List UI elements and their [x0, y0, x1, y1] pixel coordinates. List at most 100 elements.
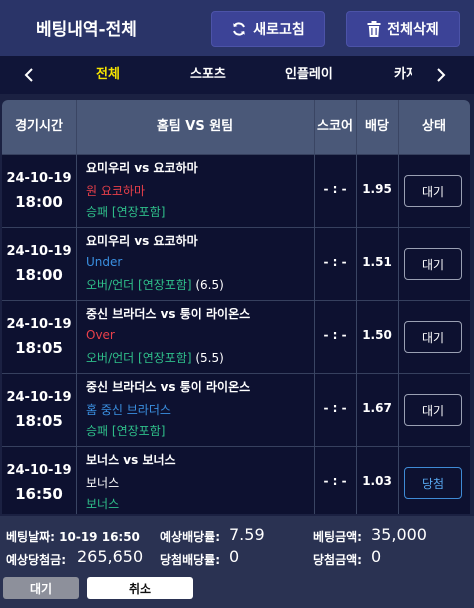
table-row: 24-10-19 18:05 중신 브라더스 vs 퉁이 라이온스 홈 중신 브… — [2, 373, 470, 446]
odds-value: 1.03 — [362, 474, 392, 488]
category-tabs: 전체 스포츠 인플레이 카지노 — [0, 56, 474, 94]
bet-market-label: 보너스 — [86, 497, 120, 511]
cancel-bet-button[interactable]: 취소 — [87, 577, 193, 599]
bet-date: 24-10-19 — [6, 244, 72, 259]
row-time-cell: 24-10-19 16:50 — [2, 447, 76, 514]
score-value: - : - — [323, 182, 347, 196]
odds-value: 1.50 — [362, 328, 392, 342]
expected-win-label: 예상당첨금: — [6, 553, 66, 567]
refresh-icon — [233, 22, 246, 36]
status-button[interactable]: 대기 — [404, 248, 462, 280]
tabs-next-button[interactable] — [426, 56, 456, 94]
bet-time: 18:05 — [15, 412, 63, 430]
row-time-cell: 24-10-19 18:05 — [2, 301, 76, 374]
bet-market: 보너스 — [86, 495, 119, 512]
odds-value: 1.51 — [362, 255, 392, 269]
score-value: - : - — [323, 401, 347, 415]
bet-market: 승패 [연장포함] — [86, 422, 165, 439]
expected-odds-label: 예상배당률: — [160, 530, 220, 544]
trash-icon — [367, 21, 381, 37]
bet-market-label: 승패 [연장포함] — [86, 424, 166, 438]
header-bar: 베팅내역-전체 새로고침 전체삭제 — [0, 0, 474, 56]
column-divider — [314, 100, 315, 514]
match-teams: 중신 브라더스 vs 퉁이 라이온스 — [86, 380, 251, 394]
column-header-status: 상태 — [422, 119, 446, 134]
chevron-right-icon — [437, 68, 446, 82]
row-time-cell: 24-10-19 18:00 — [2, 228, 76, 301]
bet-time: 18:05 — [15, 339, 63, 357]
odds-value: 1.95 — [362, 182, 392, 196]
column-header-odds: 배당 — [365, 119, 389, 134]
refresh-label: 새로고침 — [253, 22, 305, 38]
bet-pick: 원 요코하마 — [86, 184, 146, 198]
bet-time: 16:50 — [15, 485, 63, 503]
bet-pick: Under — [86, 255, 123, 269]
tabs-prev-button[interactable] — [14, 56, 44, 94]
bet-history-screen: 베팅내역-전체 새로고침 전체삭제 전체 스포츠 인플레이 카지 경기시간 홈팀… — [0, 0, 474, 608]
bet-market: 오버/언더 [연장포함] (6.5) — [86, 276, 224, 293]
match-teams: 요미우리 vs 요코하마 — [86, 161, 198, 175]
bet-market: 오버/언더 [연장포함] (5.5) — [86, 349, 224, 366]
status-button[interactable]: 대기 — [404, 321, 462, 353]
table-header: 경기시간 홈팀 VS 원팀 스코어 배당 상태 — [2, 100, 470, 154]
chevron-left-icon — [24, 68, 33, 82]
tab-all[interactable]: 전체 — [96, 56, 120, 94]
win-amount-label: 당첨금액: — [313, 553, 362, 567]
bet-summary: 베팅날짜: 10-19 16:50 예상배당률: 7.59 베팅금액: 35,0… — [0, 516, 474, 608]
tabs-scroller: 전체 스포츠 인플레이 카지노 — [52, 56, 412, 94]
table-row: 24-10-19 18:00 요미우리 vs 요코하마 원 요코하마 승패 [연… — [2, 154, 470, 227]
bet-market-line: (6.5) — [191, 278, 224, 292]
row-time-cell: 24-10-19 18:00 — [2, 155, 76, 228]
tab-casino[interactable]: 카지노 — [394, 56, 412, 94]
bet-table: 경기시간 홈팀 VS 원팀 스코어 배당 상태 24-10-19 18:00 요… — [2, 100, 470, 514]
refresh-button[interactable]: 새로고침 — [211, 11, 325, 47]
score-value: - : - — [323, 255, 347, 269]
column-header-time: 경기시간 — [15, 119, 63, 134]
status-button[interactable]: 당첨 — [404, 467, 462, 499]
win-odds-label: 당첨배당률: — [160, 553, 220, 567]
wait-status-button[interactable]: 대기 — [3, 577, 79, 599]
bet-date: 24-10-19 — [6, 171, 72, 186]
bet-date-summary: 베팅날짜: 10-19 16:50 — [6, 528, 140, 545]
table-row: 24-10-19 18:05 중신 브라더스 vs 퉁이 라이온스 Over 오… — [2, 300, 470, 373]
status-button[interactable]: 대기 — [404, 394, 462, 426]
bet-pick: Over — [86, 328, 115, 342]
column-header-score: 스코어 — [317, 119, 353, 134]
win-amount-value: 0 — [371, 547, 382, 566]
delete-all-label: 전체삭제 — [387, 22, 439, 38]
bet-time: 18:00 — [15, 266, 63, 284]
bet-time: 18:00 — [15, 193, 63, 211]
column-divider — [356, 100, 357, 514]
table-row: 24-10-19 18:00 요미우리 vs 요코하마 Under 오버/언더 … — [2, 227, 470, 300]
tab-sports[interactable]: 스포츠 — [190, 56, 226, 94]
bet-date: 24-10-19 — [6, 463, 72, 478]
table-row: 24-10-19 16:50 보너스 vs 보너스 보너스 보너스 - : - … — [2, 446, 470, 514]
odds-value: 1.67 — [362, 401, 392, 415]
delete-all-button[interactable]: 전체삭제 — [346, 11, 460, 47]
bet-market-label: 오버/언더 [연장포함] — [86, 278, 192, 292]
bet-amount-value: 35,000 — [371, 525, 427, 544]
column-divider — [398, 100, 399, 514]
expected-odds-value: 7.59 — [229, 525, 265, 544]
tab-inplay[interactable]: 인플레이 — [285, 56, 333, 94]
bet-pick: 보너스 — [86, 476, 120, 490]
bet-pick: 홈 중신 브라더스 — [86, 403, 171, 417]
bet-market-line: (5.5) — [191, 351, 224, 365]
page-title: 베팅내역-전체 — [36, 20, 137, 40]
expected-win-value: 265,650 — [77, 547, 144, 566]
row-time-cell: 24-10-19 18:05 — [2, 374, 76, 447]
status-button[interactable]: 대기 — [404, 175, 462, 207]
bet-date-value: 10-19 16:50 — [59, 530, 140, 544]
column-header-teams: 홈팀 VS 원팀 — [156, 119, 234, 134]
bet-market-label: 승패 [연장포함] — [86, 205, 166, 219]
column-divider — [76, 100, 77, 514]
bet-amount-label: 베팅금액: — [313, 530, 362, 544]
bet-date: 24-10-19 — [6, 390, 72, 405]
score-value: - : - — [323, 474, 347, 488]
bet-market: 승패 [연장포함] — [86, 203, 165, 220]
bet-date-label: 베팅날짜: — [6, 530, 55, 544]
match-teams: 중신 브라더스 vs 퉁이 라이온스 — [86, 307, 251, 321]
win-odds-value: 0 — [229, 547, 240, 566]
bet-date: 24-10-19 — [6, 317, 72, 332]
score-value: - : - — [323, 328, 347, 342]
